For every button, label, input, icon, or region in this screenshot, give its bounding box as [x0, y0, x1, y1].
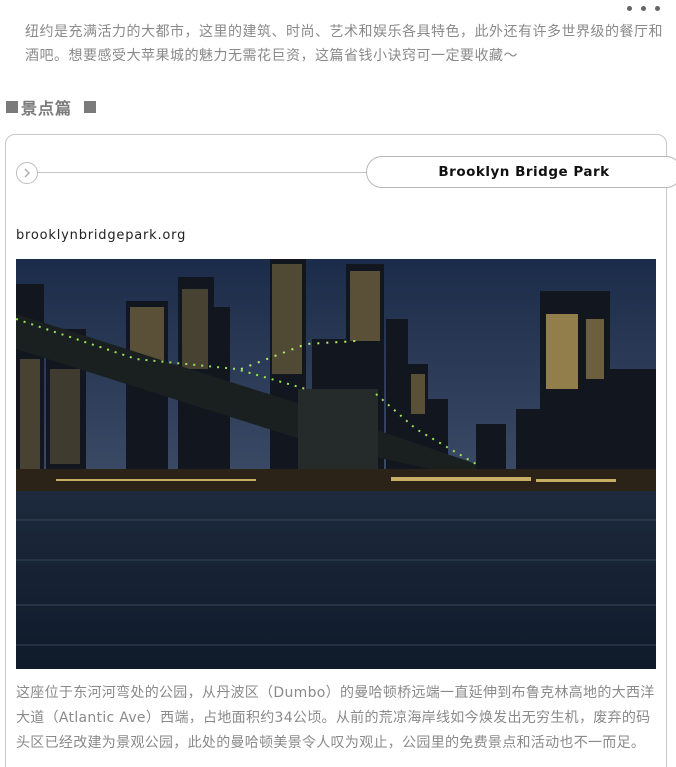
more-options-icon[interactable] [627, 6, 660, 11]
dot [655, 6, 660, 11]
attraction-title-pill: Brooklyn Bridge Park [366, 156, 676, 188]
dot [627, 6, 632, 11]
square-bullet-icon [6, 101, 18, 113]
section-title: 景点篇 [21, 99, 73, 118]
attraction-name: Brooklyn Bridge Park [438, 164, 610, 180]
attraction-url[interactable]: brooklynbridgepark.org [16, 228, 186, 243]
attraction-photo [16, 259, 656, 669]
attraction-description: 这座位于东河河弯处的公园，从丹波区（Dumbo）的曼哈顿桥远端一直延伸到布鲁克林… [16, 685, 655, 751]
chevron-right-circle-icon[interactable] [16, 162, 38, 184]
section-header: 景点篇 [6, 96, 97, 118]
divider-line [38, 172, 368, 173]
square-bullet-icon [84, 101, 97, 113]
dot [641, 6, 646, 11]
intro-paragraph: 纽约是充满活力的大都市，这里的建筑、时尚、艺术和娱乐各具特色，此外还有许多世界级… [25, 24, 663, 64]
